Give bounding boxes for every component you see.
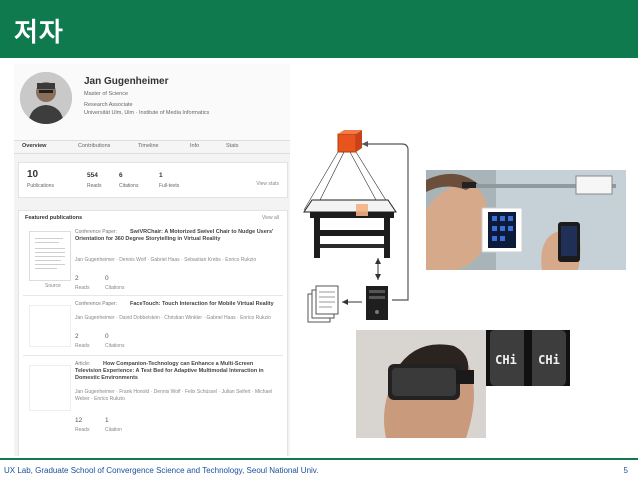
stat-fulltexts-label: Full-texts bbox=[159, 183, 180, 189]
citations-label: Citations bbox=[105, 285, 125, 291]
projector-icon bbox=[337, 130, 362, 153]
publication-thumbnail bbox=[29, 305, 71, 347]
page-number: 5 bbox=[623, 466, 628, 475]
profile-position: Research Associate bbox=[84, 102, 133, 108]
profile-affiliation: Universität Ulm, Ulm · Institute of Medi… bbox=[84, 110, 210, 116]
title-bar: 저자 bbox=[0, 0, 638, 58]
publication-title[interactable]: SwiVRChair: A Motorized Swivel Chair to … bbox=[75, 229, 275, 243]
stat-reads-value: 554 bbox=[87, 172, 98, 179]
tab-info[interactable]: Info bbox=[190, 143, 199, 149]
hmd-user-illustration: CHi CHi bbox=[356, 330, 570, 438]
smart-glasses-photo bbox=[426, 170, 626, 270]
citations-count: 1 bbox=[105, 417, 109, 424]
publication-thumbnail bbox=[29, 365, 71, 411]
tab-contributions[interactable]: Contributions bbox=[78, 143, 110, 149]
publication-thumbnail bbox=[29, 231, 71, 281]
profile-header: Jan Gugenheimer Master of Science Resear… bbox=[14, 64, 290, 154]
reads-count: 2 bbox=[75, 275, 79, 282]
footer-text: UX Lab, Graduate School of Convergence S… bbox=[4, 466, 319, 475]
divider bbox=[23, 355, 283, 356]
documents-icon bbox=[307, 285, 339, 323]
citations-count: 0 bbox=[105, 275, 109, 282]
swivrchair-diagram bbox=[303, 130, 409, 323]
avatar bbox=[20, 72, 72, 124]
stats-summary: 10 Publications 554 Reads 6 Citations 1 … bbox=[18, 162, 288, 198]
profile-tabs: Overview Contributions Timeline Info Sta… bbox=[14, 140, 290, 154]
reads-count: 12 bbox=[75, 417, 83, 424]
divider bbox=[23, 295, 283, 296]
touch-table-icon bbox=[303, 199, 397, 258]
citations-label: Citations bbox=[105, 343, 125, 349]
reads-label: Reads bbox=[75, 343, 90, 349]
publication-title[interactable]: How Companion-Technology can Enhance a M… bbox=[75, 361, 275, 382]
glasses-user-illustration bbox=[426, 170, 626, 270]
stat-citations-label: Citations bbox=[119, 183, 139, 189]
tab-overview[interactable]: Overview bbox=[22, 143, 46, 149]
featured-publications: Featured publications View all Source Co… bbox=[18, 210, 288, 456]
slide-title: 저자 bbox=[14, 18, 64, 48]
tab-stats[interactable]: Stats bbox=[226, 143, 239, 149]
tab-timeline[interactable]: Timeline bbox=[138, 143, 159, 149]
reads-count: 2 bbox=[75, 333, 79, 340]
computer-tower-icon bbox=[366, 286, 388, 320]
profile-name: Jan Gugenheimer bbox=[84, 76, 169, 87]
citations-count: 0 bbox=[105, 333, 109, 340]
profile-degree: Master of Science bbox=[84, 91, 129, 97]
stat-fulltexts-value: 1 bbox=[159, 172, 163, 179]
reads-label: Reads bbox=[75, 427, 90, 433]
publication-authors: Jan Gugenheimer · Dennis Wolf · Gabriel … bbox=[75, 257, 257, 263]
publication-title[interactable]: FaceTouch: Touch Interaction for Mobile … bbox=[75, 301, 275, 308]
stat-publications-value: 10 bbox=[27, 169, 39, 180]
footer-rule bbox=[0, 458, 638, 460]
publication-authors: Jan Gugenheimer · David Dobbelstein · Ch… bbox=[75, 315, 271, 321]
view-stats-link[interactable]: View stats bbox=[256, 181, 279, 187]
source-label: Source bbox=[45, 283, 61, 289]
featured-title: Featured publications bbox=[25, 215, 83, 221]
hmd-photo: CHi CHi bbox=[356, 330, 570, 438]
citations-label: Citation bbox=[105, 427, 122, 433]
publication-authors: Jan Gugenheimer · Frank Honold · Dennis … bbox=[75, 389, 273, 402]
stat-publications-label: Publications bbox=[27, 183, 54, 189]
researcher-profile-screenshot: Jan Gugenheimer Master of Science Resear… bbox=[14, 64, 290, 456]
reads-label: Reads bbox=[75, 285, 90, 291]
hmd-screen-label-left: CHi bbox=[495, 353, 517, 367]
view-all-link[interactable]: View all bbox=[262, 215, 279, 221]
stat-reads-label: Reads bbox=[87, 183, 102, 189]
hmd-screen-label-right: CHi bbox=[538, 353, 560, 367]
stat-citations-value: 6 bbox=[119, 172, 123, 179]
